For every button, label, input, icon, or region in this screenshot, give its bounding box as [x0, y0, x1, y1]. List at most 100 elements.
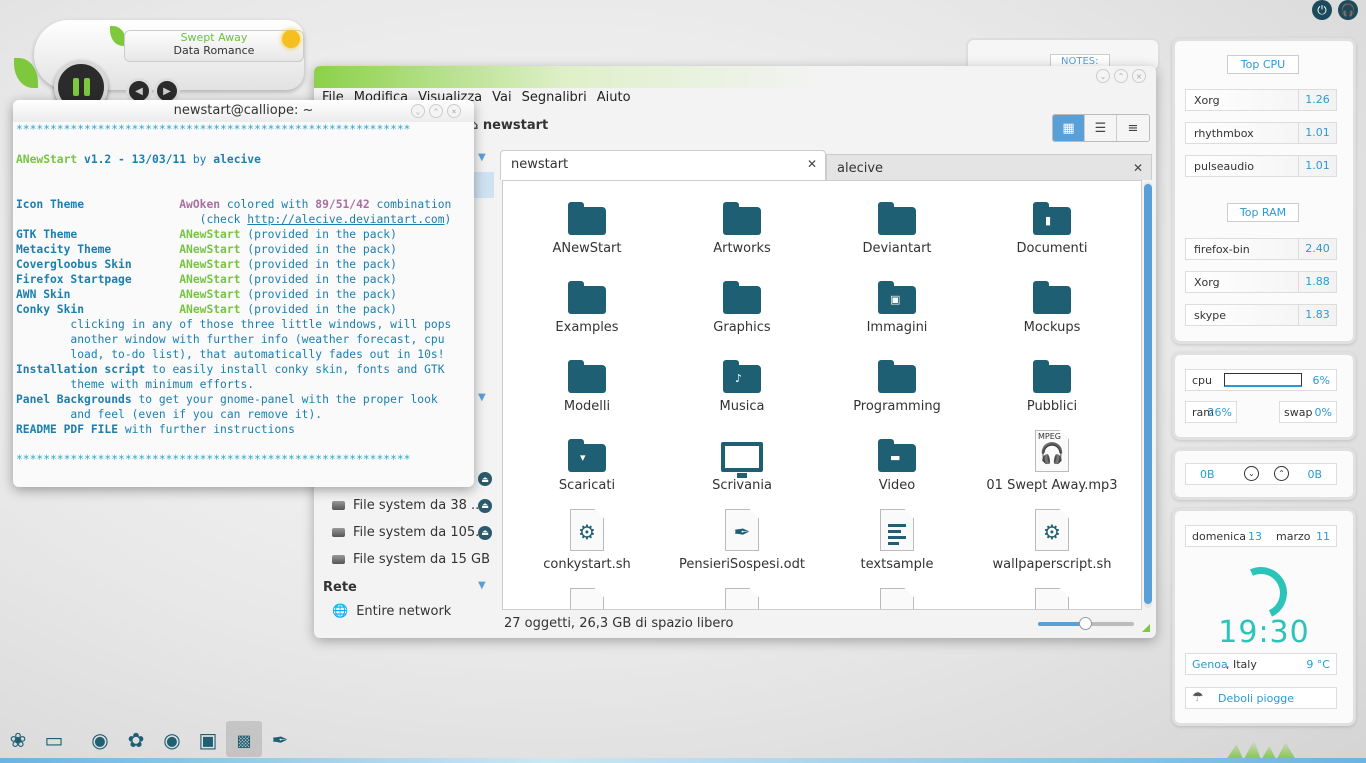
file-item[interactable]: Deviantart — [822, 189, 972, 256]
chevron-down-icon[interactable]: ▼ — [478, 152, 486, 163]
drive-label: File system da 38 ... — [353, 498, 484, 513]
folder-documents-icon: ▮ — [1033, 202, 1071, 235]
file-item[interactable]: Pubblici — [977, 347, 1127, 414]
file-item[interactable]: Scrivania — [667, 426, 817, 493]
conky-top-processes[interactable]: Top CPU Xorg 1.26 rhythmbox 1.01 pulseaudi… — [1172, 38, 1356, 344]
eject-icon[interactable]: ⏏ — [478, 472, 492, 486]
file-item[interactable]: Modelli — [512, 347, 662, 414]
tab-newstart[interactable]: newstart ✕ — [500, 150, 826, 180]
next-icon: ▶ — [163, 85, 171, 97]
terminal-titlebar[interactable]: newstart@calliope: ~ — [13, 100, 474, 122]
file-item[interactable] — [822, 584, 972, 609]
sidebar-item-drive[interactable]: File system da 105... ⏏ — [332, 525, 492, 540]
drive-label: File system da 105... — [353, 525, 488, 540]
terminal-icon[interactable]: ▩ — [230, 726, 258, 754]
file-name: Artworks — [713, 241, 771, 256]
eject-icon[interactable]: ⏏ — [478, 525, 492, 540]
headphones-icon[interactable]: 🎧 — [1338, 0, 1358, 20]
minimize-button[interactable]: ⌄ — [1096, 69, 1110, 83]
tab-alecive[interactable]: alecive ✕ — [826, 154, 1152, 180]
file-item[interactable]: ♪ Musica — [667, 347, 817, 414]
file-name: PensieriSospesi.odt — [678, 557, 805, 572]
conky-clock-weather[interactable]: domenica 13 marzo 11 19:30 Genoa , Italy… — [1172, 508, 1356, 726]
terminal-window[interactable]: newstart@calliope: ~ ⌄ ⌃ × *************… — [13, 100, 474, 487]
close-tab-icon[interactable]: ✕ — [1133, 161, 1143, 175]
text-file-icon — [880, 588, 914, 609]
sidebar-item-drive[interactable]: File system da 15 GB — [332, 552, 492, 567]
file-item[interactable]: ▬ Video — [822, 426, 972, 493]
sidebar-selected-item[interactable] — [474, 172, 494, 198]
pen-icon[interactable]: ✒ — [266, 726, 294, 754]
zoom-slider-handle[interactable] — [1079, 617, 1092, 630]
file-item[interactable] — [512, 584, 662, 609]
maximize-button[interactable]: ⌃ — [1114, 69, 1128, 83]
download-speed: 0B ⌄ ⌃ 0B — [1185, 463, 1337, 485]
top-cpu-row: rhythmbox 1.01 — [1185, 122, 1337, 144]
conky-system-usage[interactable]: cpu 6% ram 26% swap 0% — [1172, 352, 1356, 440]
close-tab-icon[interactable]: ✕ — [807, 157, 817, 171]
file-name: textsample — [860, 557, 934, 572]
file-item[interactable]: ANewStart — [512, 189, 662, 256]
sidebar-item-network[interactable]: 🌐 Entire network — [332, 604, 492, 619]
swap-meter: swap 0% — [1279, 401, 1337, 423]
file-item[interactable]: textsample — [822, 505, 972, 572]
top-ram-label[interactable]: Top RAM — [1227, 203, 1299, 222]
compact-view-button[interactable]: ≡ — [1117, 115, 1149, 141]
file-item[interactable]: Artworks — [667, 189, 817, 256]
file-item[interactable]: ▮ Documenti — [977, 189, 1127, 256]
folder-icon — [878, 360, 916, 393]
eject-icon[interactable]: ⏏ — [478, 498, 492, 513]
butterfly-icon[interactable]: ❀ — [4, 726, 32, 754]
file-item[interactable]: Examples — [512, 268, 662, 335]
pidgin-icon[interactable]: ✿ — [122, 726, 150, 754]
file-item[interactable] — [977, 584, 1127, 609]
list-view-button[interactable]: ☰ — [1085, 115, 1117, 141]
file-item[interactable]: ✒ PensieriSospesi.odt — [667, 505, 817, 572]
tab-label: alecive — [837, 161, 884, 176]
clock-time: 19:30 — [1218, 615, 1310, 650]
conky-network[interactable]: 0B ⌄ ⌃ 0B — [1172, 448, 1356, 500]
close-button[interactable]: × — [447, 104, 461, 118]
file-item[interactable]: ▣ Immagini — [822, 268, 972, 335]
file-item[interactable] — [667, 584, 817, 609]
chevron-down-icon[interactable]: ▼ — [478, 392, 486, 403]
tab-bar: newstart ✕ alecive ✕ — [500, 150, 1154, 180]
folder-icon — [723, 281, 761, 314]
network-label: Entire network — [356, 604, 452, 619]
status-bar: 27 oggetti, 26,3 GB di spazio libero — [504, 616, 734, 631]
package-icon[interactable]: ▣ — [194, 726, 222, 754]
firefox-icon[interactable]: ◉ — [86, 726, 114, 754]
file-item[interactable]: Mockups — [977, 268, 1127, 335]
power-icon[interactable]: ⏻ — [1312, 0, 1332, 20]
file-item[interactable]: Programming — [822, 347, 972, 414]
show-desktop-icon[interactable]: ▭ — [40, 726, 68, 754]
maximize-button[interactable]: ⌃ — [429, 104, 443, 118]
sun-icon — [282, 30, 300, 48]
breadcrumb-label: newstart — [482, 118, 549, 133]
date-row: domenica 13 marzo 11 — [1185, 525, 1337, 547]
folder-download-icon: ▾ — [568, 439, 606, 472]
file-item[interactable]: MPEG 🎧 01 Swept Away.mp3 — [977, 426, 1127, 493]
window-titlebar[interactable] — [314, 66, 1156, 88]
file-grid: ANewStart Artworks Deviantart ▮ Documenti… — [502, 180, 1142, 610]
menu-vai[interactable]: Vai — [492, 90, 511, 105]
text-file-icon — [570, 588, 604, 609]
menu-segnalibri[interactable]: Segnalibri — [522, 90, 587, 105]
minimize-button[interactable]: ⌄ — [411, 104, 425, 118]
nvidia-icon[interactable]: ◉ — [158, 726, 186, 754]
chevron-down-icon[interactable]: ▼ — [478, 580, 486, 591]
scrollbar-thumb[interactable] — [1144, 184, 1152, 604]
menu-aiuto[interactable]: Aiuto — [597, 90, 631, 105]
file-item[interactable]: ⚙ wallpaperscript.sh — [977, 505, 1127, 572]
resize-grip-icon[interactable] — [1142, 624, 1150, 632]
file-item[interactable]: ⚙ conkystart.sh — [512, 505, 662, 572]
sidebar-item-drive[interactable]: File system da 38 ... ⏏ — [332, 498, 492, 513]
top-cpu-label[interactable]: Top CPU — [1227, 55, 1299, 74]
icon-view-button[interactable]: ▦ — [1053, 115, 1085, 141]
breadcrumb[interactable]: ⌂ newstart — [469, 118, 548, 133]
top-ram-row: skype 1.83 — [1185, 304, 1337, 326]
file-item[interactable]: Graphics — [667, 268, 817, 335]
file-item[interactable]: ▾ Scaricati — [512, 426, 662, 493]
close-button[interactable]: × — [1132, 69, 1146, 83]
window-controls: ⌄ ⌃ × — [1096, 69, 1146, 83]
